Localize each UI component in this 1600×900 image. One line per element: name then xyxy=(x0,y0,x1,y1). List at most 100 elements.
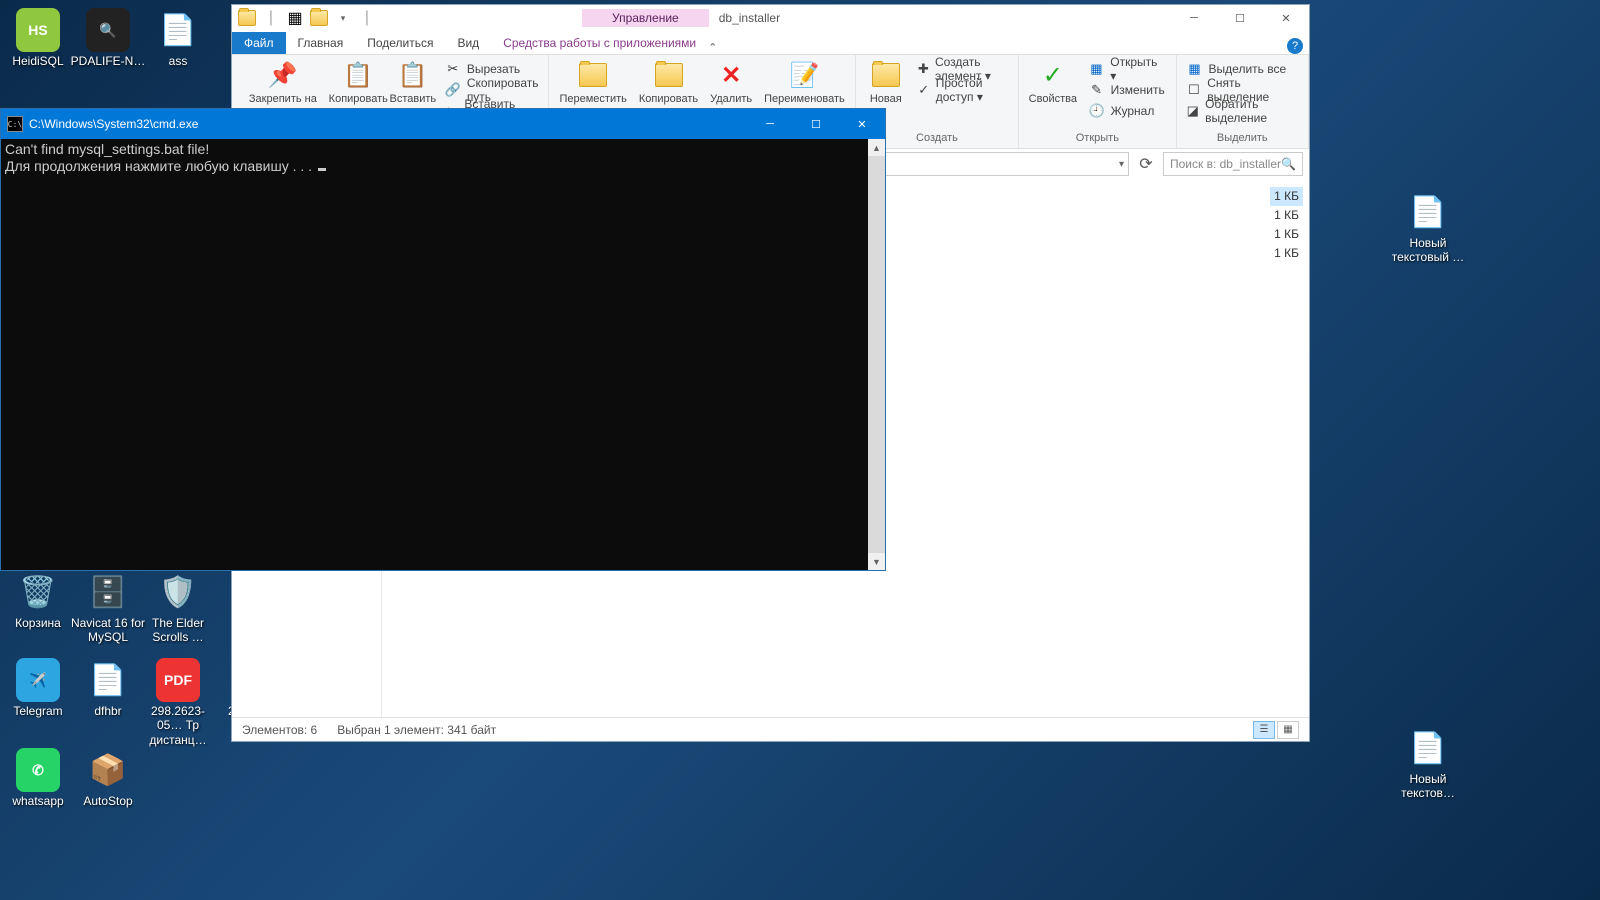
open-button[interactable]: ▦Открыть ▾ xyxy=(1085,59,1170,79)
delete-button[interactable]: ✕ Удалить xyxy=(706,57,756,107)
tab-home[interactable]: Главная xyxy=(286,32,356,54)
search-icon: 🔍 xyxy=(1281,157,1296,171)
tab-share[interactable]: Поделиться xyxy=(355,32,445,54)
app-icon: 📄 xyxy=(1406,726,1450,770)
desktop-icon-label: Navicat 16 for MySQL xyxy=(70,616,146,645)
app-icon: 📦 xyxy=(86,748,130,792)
move-to-button[interactable]: Переместить xyxy=(555,57,630,107)
desktop-icon-label: Новый текстов… xyxy=(1390,772,1466,801)
cmd-title: C:\Windows\System32\cmd.exe xyxy=(29,117,747,131)
scroll-down-icon[interactable]: ▼ xyxy=(868,553,885,570)
ribbon-group-label: Открыть xyxy=(1025,130,1169,146)
contextual-tab-label: Управление xyxy=(582,9,709,27)
desktop-icon[interactable]: ✈️ Telegram xyxy=(0,658,76,718)
edit-icon: ✎ xyxy=(1089,82,1105,98)
cmd-output[interactable]: Can't find mysql_settings.bat file! Для … xyxy=(1,139,885,570)
copy-button[interactable]: 📋 Копировать xyxy=(332,57,385,107)
view-details-button[interactable]: ☰ xyxy=(1253,721,1275,739)
qat-sep: | xyxy=(260,7,282,29)
desktop-icon[interactable]: ✆ whatsapp xyxy=(0,748,76,808)
desktop-icon[interactable]: 📄dfhbr xyxy=(70,658,146,718)
desktop-icon[interactable]: 📄Новый текстовый … xyxy=(1390,190,1466,265)
rename-icon: 📝 xyxy=(788,59,820,91)
desktop-icon[interactable]: 🗑️Корзина xyxy=(0,570,76,630)
desktop-icon[interactable]: 📄Новый текстов… xyxy=(1390,726,1466,801)
desktop-icon[interactable]: HSHeidiSQL xyxy=(0,8,76,68)
status-bar: Элементов: 6 Выбран 1 элемент: 341 байт … xyxy=(232,717,1309,741)
desktop-icon[interactable]: 🗄️Navicat 16 for MySQL xyxy=(70,570,146,645)
desktop-icon-label: dfhbr xyxy=(94,704,121,718)
tab-app-tools[interactable]: Средства работы с приложениями xyxy=(491,32,708,54)
file-size-cell: 1 КБ xyxy=(1270,187,1303,206)
desktop-icon-label: Новый текстовый … xyxy=(1390,236,1466,265)
app-icon: 📄 xyxy=(1406,190,1450,234)
file-size-cell: 1 КБ xyxy=(1270,244,1303,263)
minimize-button[interactable]: ─ xyxy=(747,109,793,139)
ribbon-tabs: Файл Главная Поделиться Вид Средства раб… xyxy=(232,31,1309,55)
tab-file[interactable]: Файл xyxy=(232,32,286,54)
ribbon-collapse-icon[interactable]: ⌃ xyxy=(708,41,717,54)
copy-to-button[interactable]: Копировать xyxy=(635,57,702,107)
view-icons-button[interactable]: ▦ xyxy=(1277,721,1299,739)
desktop-icon-label: Корзина xyxy=(15,616,61,630)
refresh-button[interactable]: ⟳ xyxy=(1135,153,1157,175)
desktop-icon-label: Telegram xyxy=(13,704,62,718)
ribbon-group-label: Выделить xyxy=(1183,130,1302,146)
desktop-icon[interactable]: 📄ass xyxy=(140,8,216,68)
desktop-icon[interactable]: 📦AutoStop xyxy=(70,748,146,808)
desktop-icon-label: whatsapp xyxy=(12,794,63,808)
copy-icon: 📋 xyxy=(342,59,374,91)
close-button[interactable]: ✕ xyxy=(1263,5,1309,31)
explorer-titlebar[interactable]: | ▦ ▾ | Управление db_installer ─ ☐ ✕ xyxy=(232,5,1309,31)
minimize-button[interactable]: ─ xyxy=(1171,5,1217,31)
delete-icon: ✕ xyxy=(715,59,747,91)
desktop-icon[interactable]: PDF298.2623-05… Тр дистанц… xyxy=(140,658,216,747)
search-input[interactable]: Поиск в: db_installer 🔍 xyxy=(1163,152,1303,176)
maximize-button[interactable]: ☐ xyxy=(1217,5,1263,31)
scroll-up-icon[interactable]: ▲ xyxy=(868,139,885,156)
new-folder-button[interactable]: Новая xyxy=(862,57,910,107)
maximize-button[interactable]: ☐ xyxy=(793,109,839,139)
desktop-icon[interactable]: 🔍 PDALIFE-N… xyxy=(70,8,146,68)
easy-access-button[interactable]: ✓Простой доступ ▾ xyxy=(914,80,1012,100)
quick-access-toolbar: | ▦ ▾ | xyxy=(232,7,382,29)
scroll-track[interactable] xyxy=(868,156,885,553)
desktop-icon[interactable]: 🛡️The Elder Scrolls … xyxy=(140,570,216,645)
cursor xyxy=(318,168,326,171)
tab-view[interactable]: Вид xyxy=(445,32,491,54)
app-icon: 🔍 xyxy=(86,8,130,52)
qat-dropdown-icon[interactable]: ▾ xyxy=(332,7,354,29)
invert-selection-button[interactable]: ◪Обратить выделение xyxy=(1183,101,1302,121)
paste-icon: 📋 xyxy=(397,59,429,91)
desktop-icon-label: HeidiSQL xyxy=(12,54,63,68)
properties-button[interactable]: ✓ Свойства xyxy=(1025,57,1080,107)
pin-icon: 📌 xyxy=(267,59,299,91)
file-size-cell: 1 КБ xyxy=(1270,225,1303,244)
folder-icon xyxy=(236,7,258,29)
scrollbar[interactable]: ▲ ▼ xyxy=(868,139,885,570)
app-icon: ✈️ xyxy=(16,658,60,702)
new-item-icon: ✚ xyxy=(918,61,929,77)
help-icon[interactable]: ? xyxy=(1287,38,1303,54)
select-none-icon: ☐ xyxy=(1187,82,1202,98)
paste-button[interactable]: 📋 Вставить xyxy=(389,57,437,107)
open-icon: ▦ xyxy=(1089,61,1105,77)
desktop-icon-label: PDALIFE-N… xyxy=(71,54,146,68)
close-button[interactable]: ✕ xyxy=(839,109,885,139)
folder-icon[interactable] xyxy=(308,7,330,29)
history-button[interactable]: 🕘Журнал xyxy=(1085,101,1170,121)
desktop-icon-label: 298.2623-05… Тр дистанц… xyxy=(140,704,216,747)
file-size-column: 1 КБ 1 КБ 1 КБ 1 КБ xyxy=(1270,187,1303,263)
rename-button[interactable]: 📝 Переименовать xyxy=(760,57,849,107)
folder-icon xyxy=(653,59,685,91)
cmd-window: C:\ C:\Windows\System32\cmd.exe ─ ☐ ✕ Ca… xyxy=(0,108,886,571)
status-selection: Выбран 1 элемент: 341 байт xyxy=(337,723,496,737)
new-folder-icon xyxy=(870,59,902,91)
edit-button[interactable]: ✎Изменить xyxy=(1085,80,1170,100)
cmd-icon: C:\ xyxy=(7,116,23,132)
app-icon: 🛡️ xyxy=(156,570,200,614)
qat-properties-icon[interactable]: ▦ xyxy=(284,7,306,29)
app-icon: ✆ xyxy=(16,748,60,792)
path-icon: 🔗 xyxy=(445,82,461,98)
cmd-titlebar[interactable]: C:\ C:\Windows\System32\cmd.exe ─ ☐ ✕ xyxy=(1,109,885,139)
